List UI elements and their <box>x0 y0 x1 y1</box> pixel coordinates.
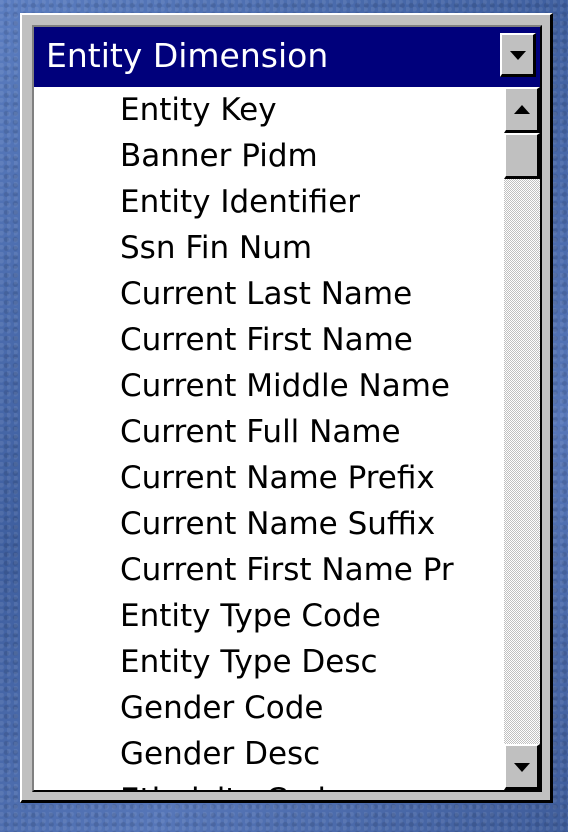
list-item[interactable]: Entity Identifier <box>120 179 360 225</box>
scroll-down-arrow-icon <box>513 762 530 772</box>
dimension-dropdown[interactable]: Entity Dimension <box>34 27 540 87</box>
scroll-up-arrow-icon <box>513 104 530 114</box>
list-item[interactable]: Entity Type Desc <box>120 639 378 685</box>
scroll-down-button[interactable] <box>504 744 540 790</box>
list-item[interactable]: Gender Desc <box>120 731 320 777</box>
list-item[interactable]: Entity Type Code <box>120 593 381 639</box>
vertical-scrollbar[interactable] <box>504 87 540 790</box>
list-item[interactable]: Current Last Name <box>120 271 412 317</box>
dimension-dropdown-label: Entity Dimension <box>46 36 329 75</box>
list-item[interactable]: Ethnicity Code <box>120 777 345 790</box>
list-item[interactable]: Gender Code <box>120 685 323 731</box>
chevron-down-icon <box>509 50 526 60</box>
list-item[interactable]: Current Middle Name <box>120 363 450 409</box>
field-list[interactable]: Entity Key Banner Pidm Entity Identifier… <box>34 87 504 790</box>
list-item[interactable]: Entity Key <box>120 87 277 133</box>
list-item[interactable]: Banner Pidm <box>120 133 318 179</box>
list-item[interactable]: Ssn Fin Num <box>120 225 312 271</box>
field-picker-panel: Entity Dimension Entity Key Banner Pidm … <box>32 25 542 792</box>
list-item[interactable]: Current Name Suffix <box>120 501 435 547</box>
field-picker-window: Entity Dimension Entity Key Banner Pidm … <box>20 13 553 803</box>
dropdown-button[interactable] <box>500 33 536 77</box>
list-item[interactable]: Current First Name <box>120 317 413 363</box>
list-item[interactable]: Current Name Prefix <box>120 455 435 501</box>
list-item[interactable]: Current Full Name <box>120 409 401 455</box>
list-item[interactable]: Current First Name Pr <box>120 547 454 593</box>
scrollbar-thumb[interactable] <box>504 133 540 179</box>
scroll-up-button[interactable] <box>504 87 540 133</box>
